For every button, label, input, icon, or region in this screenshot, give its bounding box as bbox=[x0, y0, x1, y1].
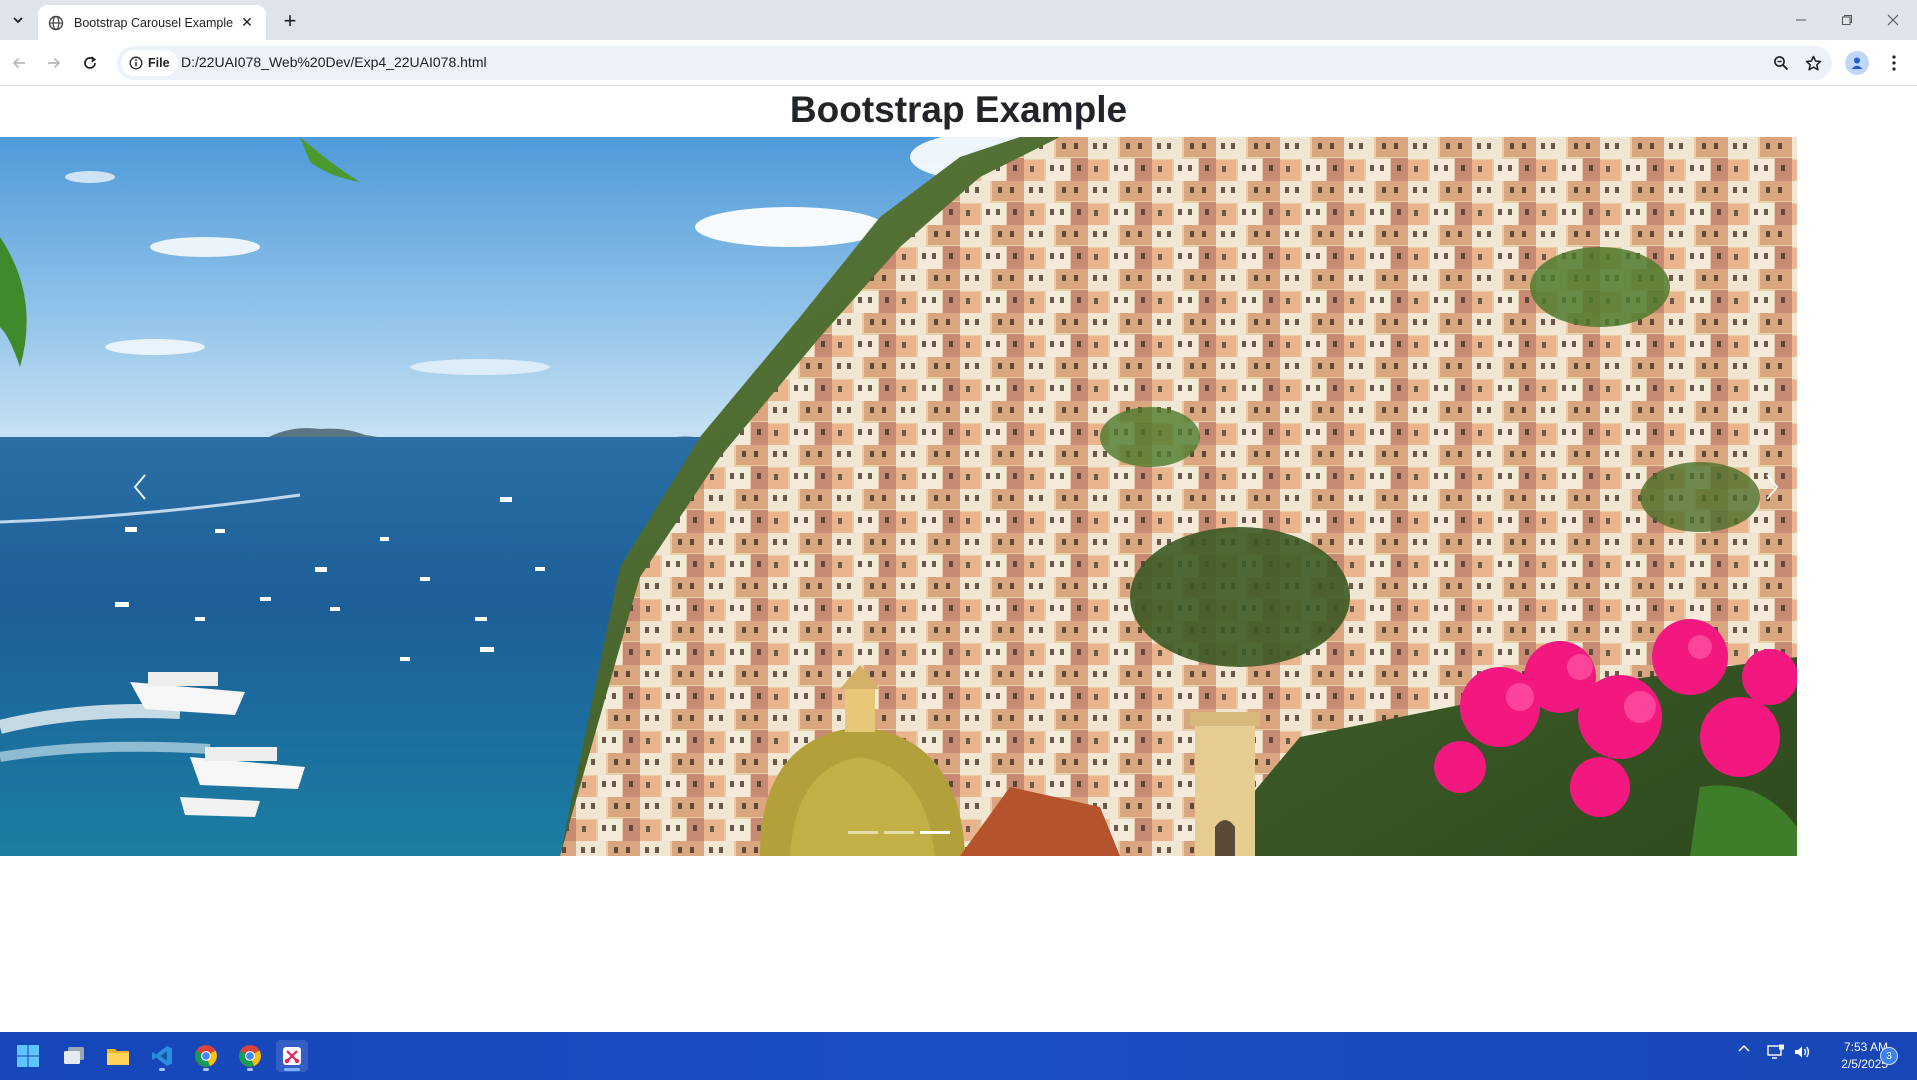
volume-icon[interactable] bbox=[1792, 1044, 1812, 1060]
windows-start-icon[interactable] bbox=[12, 1040, 44, 1072]
chrome-icon[interactable] bbox=[234, 1040, 266, 1072]
task-view-icon[interactable] bbox=[58, 1040, 90, 1072]
browser-tabstrip: Bootstrap Carousel Example ✕ + bbox=[0, 0, 1917, 40]
tab-title: Bootstrap Carousel Example bbox=[74, 15, 234, 30]
snipping-tool-icon[interactable] bbox=[276, 1040, 308, 1072]
carousel-indicator-2[interactable] bbox=[883, 831, 914, 834]
windows-taskbar: 7:53 AM 2/5/2025 3 bbox=[0, 1032, 1917, 1080]
carousel-indicators bbox=[0, 831, 1797, 834]
file-chip-label: File bbox=[148, 56, 170, 70]
zoom-icon[interactable] bbox=[1769, 51, 1793, 75]
clock-date: 2/5/2025 bbox=[1841, 1057, 1888, 1071]
reload-icon[interactable] bbox=[76, 49, 104, 77]
chevron-right-icon bbox=[1766, 474, 1779, 500]
page-title: Bootstrap Example bbox=[789, 89, 1128, 130]
image-carousel bbox=[0, 137, 1797, 856]
notification-badge[interactable]: 3 bbox=[1880, 1047, 1898, 1065]
tray-overflow-chevron-icon[interactable] bbox=[1736, 1044, 1752, 1052]
close-window-button[interactable] bbox=[1870, 0, 1916, 40]
carousel-prev-button[interactable] bbox=[110, 437, 170, 537]
url-text[interactable]: D:/22UAI078_Web%20Dev/Exp4_22UAI078.html bbox=[181, 54, 487, 70]
system-clock[interactable]: 7:53 AM 2/5/2025 bbox=[1818, 1039, 1888, 1073]
forward-icon[interactable] bbox=[40, 49, 68, 77]
address-bar[interactable]: File D:/22UAI078_Web%20Dev/Exp4_22UAI078… bbox=[117, 46, 1832, 80]
page-viewport: Bootstrap Example bbox=[0, 87, 1917, 1032]
profile-avatar-icon[interactable] bbox=[1845, 51, 1869, 75]
browser-menu-icon[interactable] bbox=[1882, 51, 1906, 75]
display-icon[interactable] bbox=[1766, 1044, 1786, 1060]
chrome-icon[interactable] bbox=[190, 1040, 222, 1072]
info-icon bbox=[129, 56, 143, 70]
restore-button[interactable] bbox=[1824, 0, 1870, 40]
globe-icon bbox=[48, 15, 64, 30]
browser-tab[interactable]: Bootstrap Carousel Example ✕ bbox=[38, 5, 266, 40]
bookmark-star-icon[interactable] bbox=[1801, 51, 1825, 75]
back-icon[interactable] bbox=[5, 49, 33, 77]
browser-toolbar: File D:/22UAI078_Web%20Dev/Exp4_22UAI078… bbox=[0, 40, 1917, 86]
carousel-indicator-1[interactable] bbox=[847, 831, 878, 834]
tab-search-chevron-icon[interactable] bbox=[6, 8, 30, 32]
tab-close-icon[interactable]: ✕ bbox=[238, 14, 256, 32]
clock-time: 7:53 AM bbox=[1843, 1040, 1888, 1054]
carousel-indicator-3[interactable] bbox=[919, 831, 950, 834]
carousel-next-button[interactable] bbox=[1742, 437, 1797, 537]
chevron-left-icon bbox=[133, 474, 146, 500]
file-explorer-icon[interactable] bbox=[102, 1040, 134, 1072]
minimize-button[interactable] bbox=[1778, 0, 1824, 40]
new-tab-button[interactable]: + bbox=[277, 8, 303, 34]
vscode-icon[interactable] bbox=[146, 1040, 178, 1072]
carousel-slide-image bbox=[0, 137, 1797, 856]
site-info-chip[interactable]: File bbox=[121, 50, 178, 76]
